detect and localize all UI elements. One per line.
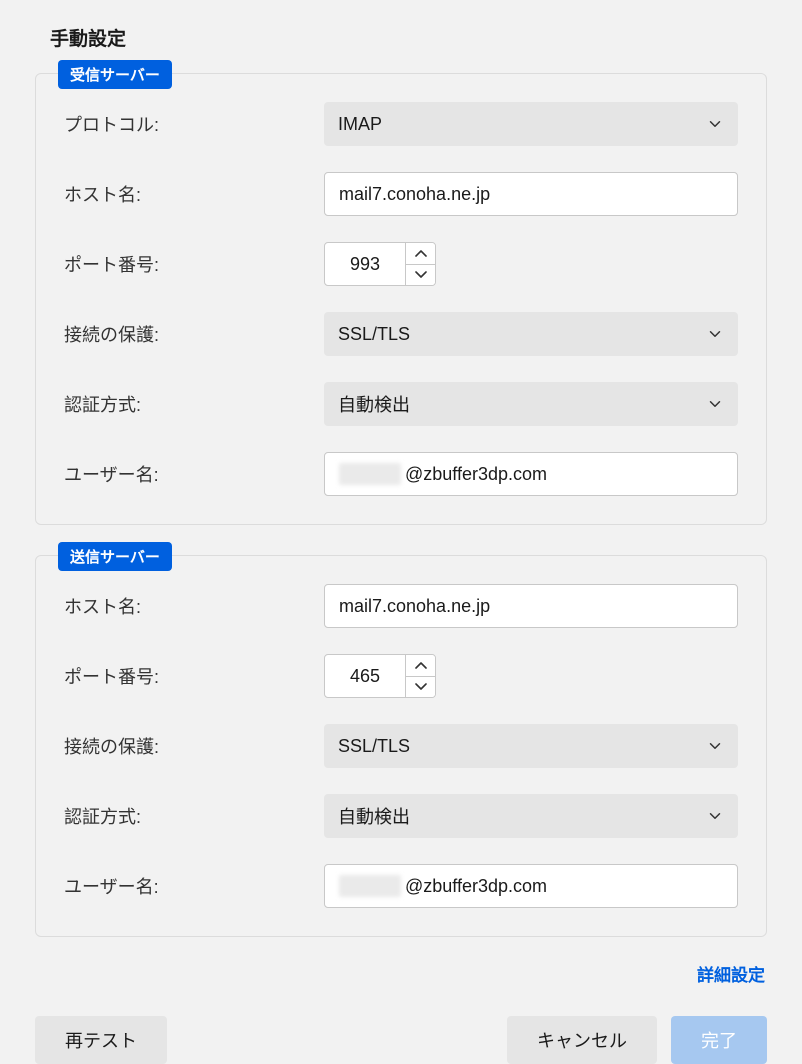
- chevron-down-icon: [706, 325, 724, 343]
- protocol-label: プロトコル:: [64, 111, 324, 137]
- page-title: 手動設定: [50, 24, 767, 51]
- incoming-security-select[interactable]: SSL/TLS: [324, 312, 738, 356]
- port-step-up-button[interactable]: [406, 655, 435, 677]
- username-label: ユーザー名:: [64, 873, 324, 899]
- incoming-username-input[interactable]: @zbuffer3dp.com: [324, 452, 738, 496]
- retest-button[interactable]: 再テスト: [35, 1016, 167, 1064]
- port-step-up-button[interactable]: [406, 243, 435, 265]
- done-button[interactable]: 完了: [671, 1016, 767, 1064]
- incoming-security-value: SSL/TLS: [338, 324, 410, 345]
- outgoing-username-input[interactable]: @zbuffer3dp.com: [324, 864, 738, 908]
- outgoing-server-legend: 送信サーバー: [58, 542, 172, 571]
- outgoing-username-suffix: @zbuffer3dp.com: [405, 876, 547, 897]
- chevron-down-icon: [706, 115, 724, 133]
- footer-buttons: 再テスト キャンセル 完了: [35, 1016, 767, 1064]
- chevron-down-icon: [706, 395, 724, 413]
- outgoing-auth-select[interactable]: 自動検出: [324, 794, 738, 838]
- security-label: 接続の保護:: [64, 321, 324, 347]
- incoming-auth-value: 自動検出: [338, 391, 410, 417]
- incoming-hostname-value: mail7.conoha.ne.jp: [339, 184, 490, 205]
- advanced-settings-link[interactable]: 詳細設定: [35, 961, 765, 986]
- port-label: ポート番号:: [64, 251, 324, 277]
- outgoing-port-value: 465: [325, 655, 405, 697]
- cancel-button[interactable]: キャンセル: [507, 1016, 657, 1064]
- incoming-server-legend: 受信サーバー: [58, 60, 172, 89]
- outgoing-server-fieldset: 送信サーバー ホスト名: mail7.conoha.ne.jp ポート番号: 4…: [35, 555, 767, 937]
- outgoing-auth-value: 自動検出: [338, 803, 410, 829]
- incoming-port-stepper[interactable]: 993: [324, 242, 436, 286]
- auth-label: 認証方式:: [64, 803, 324, 829]
- outgoing-security-select[interactable]: SSL/TLS: [324, 724, 738, 768]
- incoming-username-suffix: @zbuffer3dp.com: [405, 464, 547, 485]
- protocol-value: IMAP: [338, 114, 382, 135]
- security-label: 接続の保護:: [64, 733, 324, 759]
- hostname-label: ホスト名:: [64, 593, 324, 619]
- incoming-auth-select[interactable]: 自動検出: [324, 382, 738, 426]
- protocol-select[interactable]: IMAP: [324, 102, 738, 146]
- outgoing-hostname-value: mail7.conoha.ne.jp: [339, 596, 490, 617]
- port-label: ポート番号:: [64, 663, 324, 689]
- redacted-text: [339, 463, 401, 485]
- port-step-down-button[interactable]: [406, 265, 435, 286]
- incoming-server-fieldset: 受信サーバー プロトコル: IMAP ホスト名: mail7.conoha.ne…: [35, 73, 767, 525]
- chevron-down-icon: [706, 807, 724, 825]
- incoming-port-value: 993: [325, 243, 405, 285]
- redacted-text: [339, 875, 401, 897]
- chevron-down-icon: [706, 737, 724, 755]
- port-step-down-button[interactable]: [406, 677, 435, 698]
- incoming-hostname-input[interactable]: mail7.conoha.ne.jp: [324, 172, 738, 216]
- outgoing-security-value: SSL/TLS: [338, 736, 410, 757]
- auth-label: 認証方式:: [64, 391, 324, 417]
- username-label: ユーザー名:: [64, 461, 324, 487]
- outgoing-hostname-input[interactable]: mail7.conoha.ne.jp: [324, 584, 738, 628]
- hostname-label: ホスト名:: [64, 181, 324, 207]
- outgoing-port-stepper[interactable]: 465: [324, 654, 436, 698]
